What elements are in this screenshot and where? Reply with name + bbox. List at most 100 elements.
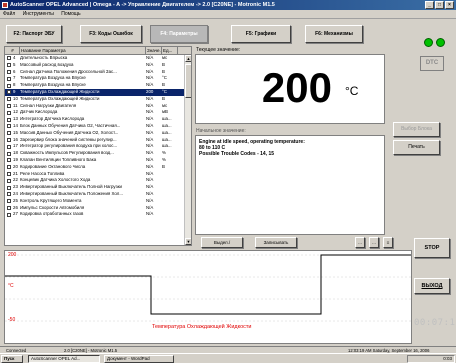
table-row[interactable]: 7 Температура Воздуха на Впуске N/A °C — [5, 75, 191, 82]
table-row[interactable]: 10 Температура Охлаждающей Жидкости N/A В — [5, 96, 191, 103]
table-row[interactable]: 6 Сигнал Датчика Положения Дроссельной За… — [5, 69, 191, 76]
parameter-table[interactable]: # Название Параметра Значе... Ед... 4 Дли… — [4, 46, 192, 246]
row-number: 26 — [13, 204, 18, 210]
row-unit — [162, 177, 176, 184]
menu-file[interactable]: Файл — [3, 11, 15, 17]
row-checkbox[interactable] — [5, 75, 12, 82]
row-value: N/A — [146, 170, 154, 176]
row-checkbox[interactable] — [5, 103, 12, 110]
table-row[interactable]: 18 Скважность Импульсов Регулирования воз… — [5, 150, 191, 157]
row-unit — [162, 171, 176, 178]
row-checkbox[interactable] — [5, 116, 12, 123]
start-button[interactable]: Пуск — [1, 355, 23, 363]
menu-tools[interactable]: Инструменты — [23, 11, 54, 17]
row-checkbox[interactable] — [5, 62, 12, 69]
menu-help[interactable]: Помощь — [61, 11, 80, 17]
table-row[interactable]: 20 Кодирование Октанового Числа N/A В — [5, 164, 191, 171]
minimize-button[interactable]: _ — [425, 1, 434, 9]
table-row[interactable]: 25 Контроль Крутящего Момента N/A — [5, 198, 191, 205]
window-title: AutoScanner OPEL Advanced | Omega - A ->… — [10, 2, 275, 8]
exit-button[interactable]: ВЫХОД — [414, 278, 450, 294]
table-row[interactable]: 11 Сигнал Нагрузки Двигателя N/A мс — [5, 103, 191, 110]
row-number: 4 — [13, 55, 16, 60]
row-value: N/A — [146, 68, 154, 74]
table-row[interactable]: 16 Зарезервир блока значений системы регу… — [5, 137, 191, 144]
row-checkbox[interactable] — [5, 177, 12, 184]
scroll-thumb[interactable] — [185, 64, 191, 98]
row-checkbox[interactable] — [5, 198, 12, 205]
mechanisms-button[interactable]: F6: Механизмы — [305, 25, 363, 43]
row-checkbox[interactable] — [5, 150, 12, 157]
parameters-button[interactable]: F4: Параметры — [150, 25, 208, 43]
row-checkbox[interactable] — [5, 191, 12, 198]
row-checkbox[interactable] — [5, 55, 12, 62]
row-unit — [162, 205, 176, 212]
ecu-passport-button[interactable]: F2: Паспорт ЭБУ — [6, 25, 62, 43]
row-checkbox[interactable] — [5, 205, 12, 212]
row-checkbox[interactable] — [5, 96, 12, 103]
row-checkbox[interactable] — [5, 109, 12, 116]
table-row[interactable]: 14 Блок Данных Обучения Датчика О2, Части… — [5, 123, 191, 130]
row-checkbox[interactable] — [5, 143, 12, 150]
dtc-indicator: DTC — [420, 56, 444, 71]
taskbar-autoscanner[interactable]: AutoScanner OPEL Ad... — [28, 355, 100, 363]
row-name: Длительность Впрыска — [20, 55, 68, 60]
row-checkbox[interactable] — [5, 82, 12, 89]
table-row[interactable]: 27 Кодировка отработанных газов N/A — [5, 211, 191, 218]
table-row[interactable]: 4 Длительность Впрыска N/A мс — [5, 55, 191, 62]
row-number: 24 — [13, 190, 18, 196]
tray-clock: 0:03 — [443, 356, 452, 361]
row-number: 14 — [13, 122, 18, 128]
current-unit: °C — [345, 84, 359, 98]
status-led-1 — [424, 38, 433, 47]
table-row[interactable]: 22 Концевик Датчика Холостого Хода N/A — [5, 177, 191, 184]
row-name: Температура Охлаждающей Жидкости — [20, 88, 100, 94]
table-row[interactable]: 26 Импульс Скорости Автомобиля N/A — [5, 205, 191, 212]
error-codes-button[interactable]: F3: Коды Ошибок — [80, 25, 142, 43]
row-checkbox[interactable] — [5, 89, 12, 96]
table-row[interactable]: 5 Массовый расход воздуха N/A В — [5, 62, 191, 69]
option-button-1[interactable]: ... — [355, 237, 365, 248]
table-row[interactable]: 24 Инвертированный Выключатель Положения … — [5, 191, 191, 198]
table-row[interactable]: 21 Реле Насоса Топлива N/A — [5, 171, 191, 178]
row-checkbox[interactable] — [5, 171, 12, 178]
initial-value-label: Начальное значение: — [196, 128, 246, 134]
row-checkbox[interactable] — [5, 157, 12, 164]
scroll-down-icon[interactable]: ▼ — [185, 238, 191, 245]
stop-button[interactable]: STOP — [414, 238, 450, 258]
table-row[interactable]: 15 Массив Данных Обучения Датчика О2, Хол… — [5, 130, 191, 137]
select-block-button[interactable]: Выбор Блока — [393, 122, 440, 137]
maximize-button[interactable]: □ — [435, 1, 444, 9]
row-checkbox[interactable] — [5, 69, 12, 76]
row-unit: °C — [162, 88, 167, 94]
row-checkbox[interactable] — [5, 184, 12, 191]
record-button[interactable]: Записывать — [255, 237, 297, 248]
row-checkbox[interactable] — [5, 164, 12, 171]
taskbar-wordpad[interactable]: Документ - WordPad — [104, 355, 174, 363]
table-row[interactable]: 8 Температура Воздуха на Впуске N/A В — [5, 82, 191, 89]
graph-title: Температура Охлаждающей Жидкости — [152, 324, 252, 330]
row-name: Датчик Кислорода — [20, 109, 58, 115]
row-value: N/A — [146, 177, 154, 183]
close-button[interactable]: × — [445, 1, 454, 9]
table-row[interactable]: 17 Интегратор регулирования воздуха при х… — [5, 143, 191, 150]
row-value: N/A — [146, 163, 154, 169]
row-checkbox[interactable] — [5, 130, 12, 137]
row-checkbox[interactable] — [5, 123, 12, 130]
option-button-2[interactable]: ... — [369, 237, 379, 248]
table-row[interactable]: 23 Инвертированный Выключатель Полной Наг… — [5, 184, 191, 191]
option-button-3[interactable]: ≡ — [383, 237, 393, 248]
table-row[interactable]: 19 Клапан Вентиляции Топливного Бака N/A% — [5, 157, 191, 164]
graphs-button[interactable]: F5: Графики — [231, 25, 291, 43]
print-button[interactable]: Печать — [393, 140, 440, 155]
table-row[interactable]: 12 Датчик Кислорода N/A мВ — [5, 109, 191, 116]
row-checkbox[interactable] — [5, 137, 12, 144]
scroll-up-icon[interactable]: ▲ — [185, 55, 191, 62]
table-scrollbar[interactable]: ▲ ▼ — [184, 55, 191, 245]
row-value: N/A — [146, 122, 154, 128]
select-all-button[interactable]: Выдел./Нетвыделить — [201, 237, 243, 254]
row-name: Реле Насоса Топлива — [20, 170, 65, 176]
table-row[interactable]: 9 Температура Охлаждающей Жидкости 200 °C — [5, 88, 191, 96]
row-checkbox[interactable] — [5, 211, 12, 218]
table-row[interactable]: 13 Интегратор Датчика Кислорода N/A ша... — [5, 116, 191, 123]
